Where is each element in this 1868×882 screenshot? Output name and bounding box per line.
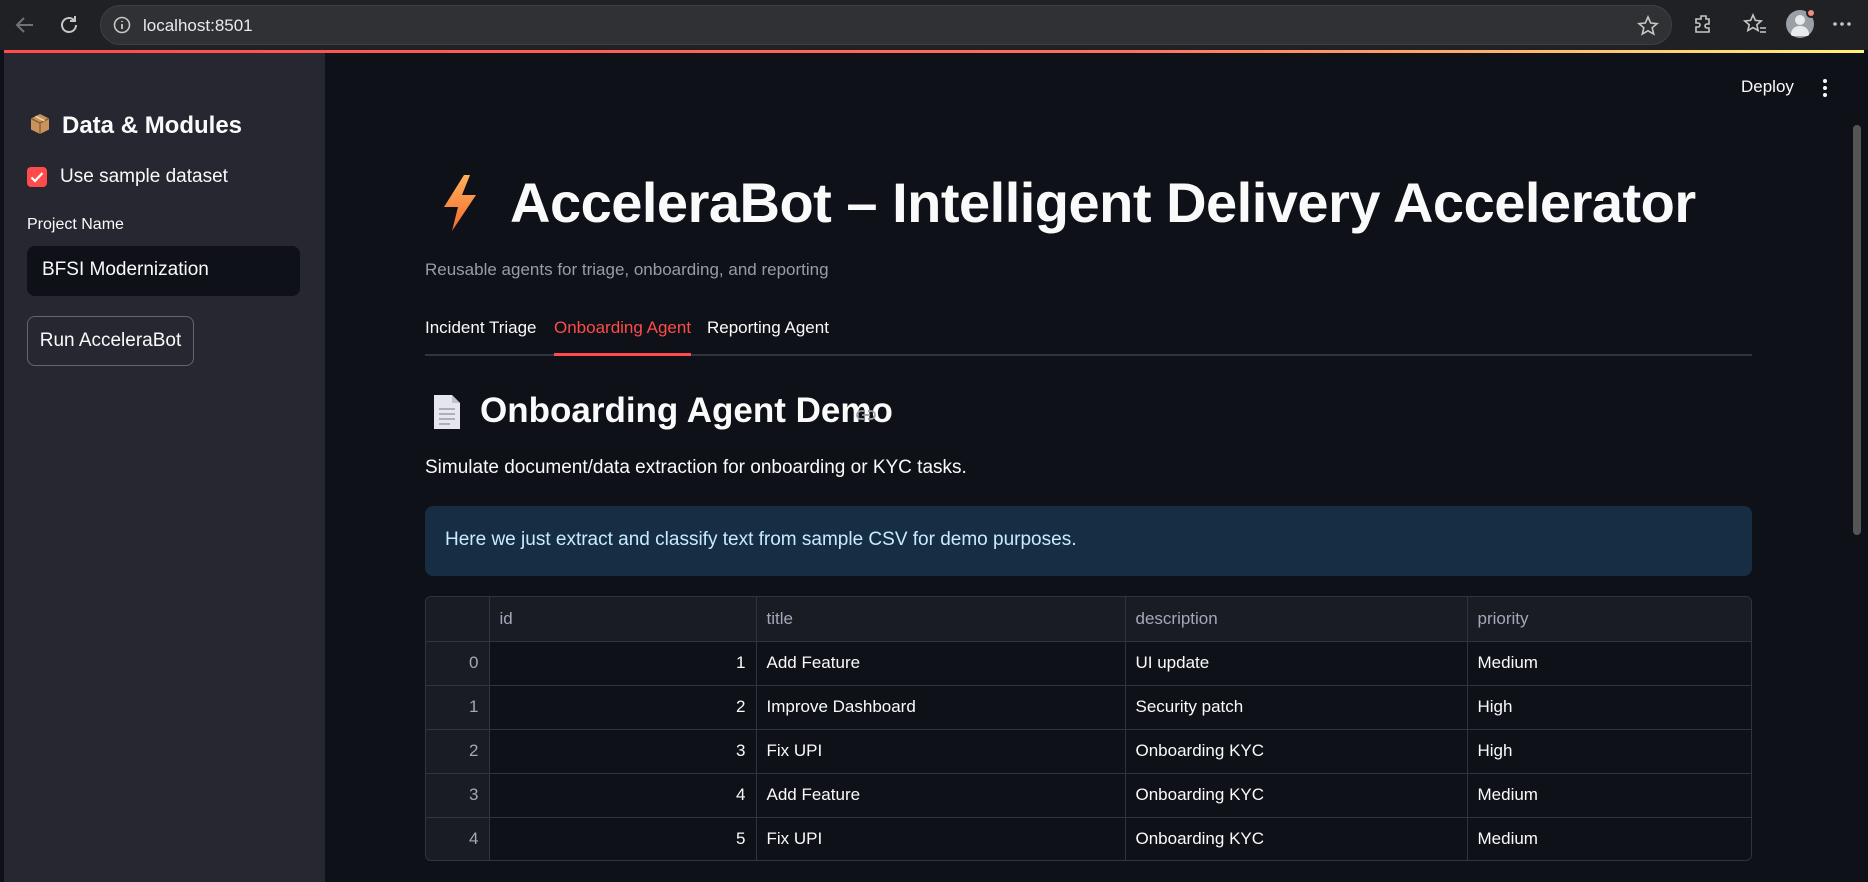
profile-avatar[interactable] (1786, 8, 1816, 38)
tab-onboarding-agent[interactable]: Onboarding Agent (554, 318, 692, 356)
section-description: Simulate document/data extraction for on… (425, 457, 967, 478)
sidebar-heading: Data & Modules (28, 112, 242, 140)
cell-id[interactable]: 2 (489, 685, 757, 730)
cell-id[interactable]: 3 (489, 729, 757, 774)
reload-button[interactable] (52, 8, 86, 42)
reload-icon (61, 16, 77, 33)
cell-description[interactable]: Onboarding KYC (1125, 817, 1468, 860)
lightning-icon (444, 175, 476, 231)
cell-title[interactable]: Add Feature (756, 773, 1126, 818)
info-text: Here we just extract and classify text f… (445, 529, 1077, 550)
table-row: 3 4 Add Feature Onboarding KYC Medium (426, 773, 1751, 818)
row-index[interactable]: 1 (426, 685, 490, 730)
cell-id[interactable]: 1 (489, 641, 757, 686)
page-subtitle: Reusable agents for triage, onboarding, … (425, 260, 829, 279)
cell-title[interactable]: Fix UPI (756, 817, 1126, 860)
main-menu-icon[interactable] (1818, 78, 1832, 98)
tab-reporting-agent[interactable]: Reporting Agent (707, 318, 829, 356)
sidebar-heading-text: Data & Modules (62, 112, 243, 139)
cell-id[interactable]: 4 (489, 773, 757, 818)
row-index[interactable]: 2 (426, 729, 490, 774)
tab-incident-triage[interactable]: Incident Triage (425, 318, 537, 356)
package-icon (30, 114, 50, 134)
cell-title[interactable]: Improve Dashboard (756, 685, 1126, 730)
scrollbar[interactable] (1853, 125, 1861, 535)
url-text: localhost:8501 (143, 16, 253, 35)
browser-toolbar: localhost:8501 (0, 0, 1868, 50)
browser-menu-icon[interactable] (1832, 16, 1852, 32)
table-row: 1 2 Improve Dashboard Security patch Hig… (426, 685, 1751, 730)
cell-description[interactable]: UI update (1125, 641, 1468, 686)
table-header-row: id title description priority (426, 597, 1751, 642)
bookmark-star-icon[interactable] (1637, 15, 1659, 37)
link-icon[interactable] (855, 408, 877, 422)
address-bar[interactable]: localhost:8501 (100, 5, 1672, 45)
column-header-id[interactable]: id (489, 597, 757, 642)
column-header-title[interactable]: title (756, 597, 1126, 642)
site-info-icon[interactable] (113, 16, 131, 34)
checkbox-label: Use sample dataset (60, 166, 228, 187)
extensions-icon[interactable] (1693, 13, 1715, 35)
cell-title[interactable]: Fix UPI (756, 729, 1126, 774)
table-row: 0 1 Add Feature UI update Medium (426, 641, 1751, 686)
checkmark-icon (30, 172, 44, 183)
column-header-description[interactable]: description (1125, 597, 1468, 642)
back-arrow-icon (15, 17, 33, 33)
column-header-index[interactable] (426, 597, 490, 642)
cell-priority[interactable]: Medium (1467, 641, 1751, 686)
row-index[interactable]: 4 (426, 817, 490, 860)
project-name-label: Project Name (27, 216, 124, 233)
cell-priority[interactable]: Medium (1467, 817, 1751, 860)
project-name-input[interactable]: BFSI Modernization (27, 246, 300, 296)
document-icon (434, 395, 460, 429)
table-row: 2 3 Fix UPI Onboarding KYC High (426, 729, 1751, 774)
cell-id[interactable]: 5 (489, 817, 757, 860)
tab-bar: Incident Triage Onboarding Agent Reporti… (425, 318, 1752, 356)
cell-description[interactable]: Onboarding KYC (1125, 773, 1468, 818)
data-table[interactable]: id title description priority 0 1 Add Fe… (425, 596, 1752, 861)
row-index[interactable]: 3 (426, 773, 490, 818)
section-title: Onboarding Agent Demo (480, 391, 893, 430)
deploy-button[interactable]: Deploy (1741, 77, 1794, 97)
cell-priority[interactable]: High (1467, 685, 1751, 730)
row-index[interactable]: 0 (426, 641, 490, 686)
info-box: Here we just extract and classify text f… (425, 506, 1752, 576)
favorites-icon[interactable] (1743, 13, 1767, 35)
column-header-priority[interactable]: priority (1467, 597, 1751, 642)
table-row: 4 5 Fix UPI Onboarding KYC Medium (426, 817, 1751, 860)
cell-description[interactable]: Security patch (1125, 685, 1468, 730)
cell-priority[interactable]: Medium (1467, 773, 1751, 818)
cell-description[interactable]: Onboarding KYC (1125, 729, 1468, 774)
notification-dot (1806, 8, 1816, 18)
use-sample-dataset-checkbox[interactable]: Use sample dataset (27, 166, 228, 188)
back-button[interactable] (8, 8, 42, 42)
page-title: AcceleraBot – Intelligent Delivery Accel… (510, 171, 1696, 234)
run-accelerabot-button[interactable]: Run AcceleraBot (27, 316, 194, 366)
cell-priority[interactable]: High (1467, 729, 1751, 774)
cell-title[interactable]: Add Feature (756, 641, 1126, 686)
checkbox-box[interactable] (27, 167, 47, 187)
